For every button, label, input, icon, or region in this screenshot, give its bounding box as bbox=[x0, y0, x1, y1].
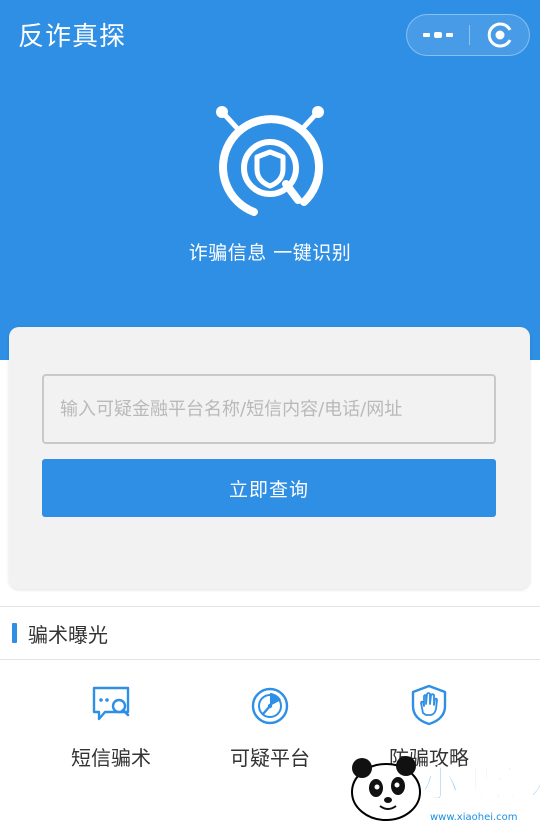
search-card: 立即查询 bbox=[9, 327, 530, 589]
radar-icon bbox=[251, 687, 289, 725]
section-header: 骗术曝光 bbox=[0, 606, 540, 660]
watermark-text: 小黑游戏 bbox=[422, 764, 540, 805]
shield-search-logo bbox=[216, 106, 324, 216]
search-input[interactable] bbox=[42, 374, 496, 444]
category-label: 短信骗术 bbox=[71, 746, 151, 770]
watermark-logo: 小黑游戏 www.xiaohei.com bbox=[351, 756, 540, 823]
hero-slogan: 诈骗信息 一键识别 bbox=[188, 242, 352, 264]
query-button[interactable]: 立即查询 bbox=[42, 459, 496, 517]
watermark-url: www.xiaohei.com bbox=[430, 812, 518, 823]
category-suspicious-platforms[interactable]: 可疑平台 bbox=[190, 684, 350, 784]
hero-banner: 反诈真探 诈骗信息 一键识别 bbox=[0, 0, 540, 360]
more-dots-icon bbox=[423, 32, 453, 38]
close-button[interactable] bbox=[470, 15, 530, 55]
hand-shield-icon bbox=[411, 684, 447, 726]
category-sms-scams[interactable]: 短信骗术 bbox=[31, 684, 191, 784]
category-label: 可疑平台 bbox=[230, 746, 310, 770]
section-title: 骗术曝光 bbox=[28, 623, 108, 647]
section-marker bbox=[12, 623, 17, 643]
page: 反诈真探 诈骗信息 一键识别 输入可疑金融平台名称/短信内容/电话/网址 立即查… bbox=[0, 0, 540, 824]
app-title: 反诈真探 bbox=[18, 22, 127, 52]
sms-search-icon bbox=[92, 686, 130, 721]
close-target-icon bbox=[487, 22, 512, 48]
mini-program-capsule bbox=[406, 14, 530, 56]
more-button[interactable] bbox=[407, 15, 469, 55]
